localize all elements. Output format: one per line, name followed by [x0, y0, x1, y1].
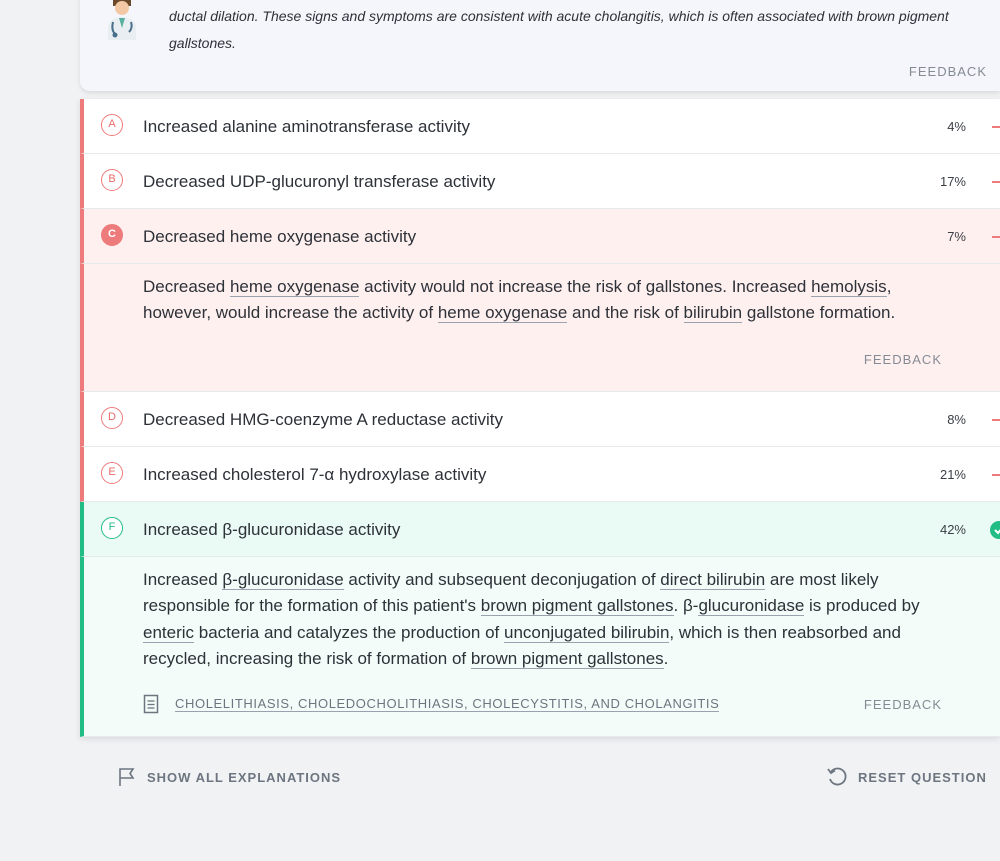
term-link[interactable]: heme oxygenase — [437, 303, 568, 324]
answer-option-a[interactable]: A Increased alanine aminotransferase act… — [80, 99, 1000, 154]
term-link[interactable]: hemolysis — [811, 277, 887, 297]
result-dash-icon — [992, 474, 1000, 476]
term-link[interactable]: bilirubin — [683, 303, 743, 324]
feedback-button-top[interactable]: FEEDBACK — [909, 64, 987, 79]
answer-text: Increased cholesterol 7-α hydroxylase ac… — [143, 465, 487, 484]
answer-letter: F — [101, 517, 123, 539]
answer-percent: 42% — [939, 522, 966, 537]
doctor-avatar-icon — [100, 0, 144, 40]
topic-link[interactable]: CHOLELITHIASIS, CHOLEDOCHOLITHIASIS, CHO… — [143, 694, 720, 714]
explanation-line: gallstones. — [169, 35, 236, 51]
checkmark-icon — [990, 521, 1000, 539]
document-icon — [143, 694, 159, 714]
explanation-panel-c: Decreased heme oxygenase activity would … — [80, 264, 1000, 392]
reset-question-button[interactable]: RESET QUESTION — [826, 766, 987, 788]
show-all-explanations-label: SHOW ALL EXPLANATIONS — [147, 769, 342, 785]
answer-option-e[interactable]: E Increased cholesterol 7-α hydroxylase … — [80, 447, 1000, 502]
feedback-button[interactable]: FEEDBACK — [864, 352, 942, 367]
answer-percent: 21% — [939, 467, 966, 482]
answer-text: Decreased heme oxygenase activity — [143, 227, 417, 246]
explanation-text: Increased β-glucuronidase activity and s… — [143, 570, 920, 669]
term-link[interactable]: brown pigment gallstones — [470, 648, 664, 669]
explanation-text: Decreased heme oxygenase activity would … — [143, 277, 896, 324]
result-dash-icon — [992, 181, 1000, 183]
answer-letter: A — [101, 114, 123, 136]
answer-letter: E — [101, 462, 123, 484]
result-dash-icon — [992, 236, 1000, 238]
answer-text: Increased β-glucuronidase activity — [143, 520, 401, 539]
answer-percent: 7% — [947, 229, 966, 244]
answer-text: Decreased UDP-glucuronyl transferase act… — [143, 172, 496, 191]
result-dash-icon — [992, 419, 1000, 421]
feedback-button[interactable]: FEEDBACK — [864, 697, 942, 712]
topic-label[interactable]: CHOLELITHIASIS, CHOLEDOCHOLITHIASIS, CHO… — [175, 696, 720, 712]
term-link[interactable]: glucuronidase — [698, 596, 805, 617]
term-link[interactable]: enteric — [143, 622, 195, 643]
explanation-text-top: ductal dilation. These signs and symptom… — [169, 3, 979, 57]
answer-percent: 8% — [947, 412, 966, 427]
term-link[interactable]: unconjugated bilirubin — [504, 622, 670, 643]
result-dash-icon — [992, 126, 1000, 128]
reset-icon — [827, 767, 847, 786]
answer-letter: C — [101, 224, 123, 246]
flag-icon — [119, 768, 135, 786]
answer-option-d[interactable]: D Decreased HMG-coenzyme A reductase act… — [80, 392, 1000, 447]
explanation-panel-f: Increased β-glucuronidase activity and s… — [80, 557, 1000, 737]
explanation-line: ductal dilation. These signs and symptom… — [169, 8, 949, 24]
answer-option-f[interactable]: F Increased β-glucuronidase activity 42% — [80, 502, 1000, 557]
term-link[interactable]: brown pigment gallstones — [480, 596, 674, 617]
answer-text: Decreased HMG-coenzyme A reductase activ… — [143, 410, 503, 429]
term-link[interactable]: direct bilirubin — [660, 570, 766, 590]
answer-letter: B — [101, 169, 123, 191]
answer-percent: 17% — [939, 174, 966, 189]
answer-list: A Increased alanine aminotransferase act… — [80, 99, 1000, 737]
answer-option-b[interactable]: B Decreased UDP-glucuronyl transferase a… — [80, 154, 1000, 209]
answer-option-c[interactable]: C Decreased heme oxygenase activity 7% — [80, 209, 1000, 264]
answer-letter: D — [101, 407, 123, 429]
show-all-explanations-button[interactable]: SHOW ALL EXPLANATIONS — [118, 766, 341, 788]
answer-percent: 4% — [947, 119, 966, 134]
reset-question-label: RESET QUESTION — [858, 769, 987, 785]
answer-text: Increased alanine aminotransferase activ… — [143, 117, 470, 136]
term-link[interactable]: heme oxygenase — [229, 277, 360, 297]
term-link[interactable]: β-glucuronidase — [222, 570, 344, 590]
